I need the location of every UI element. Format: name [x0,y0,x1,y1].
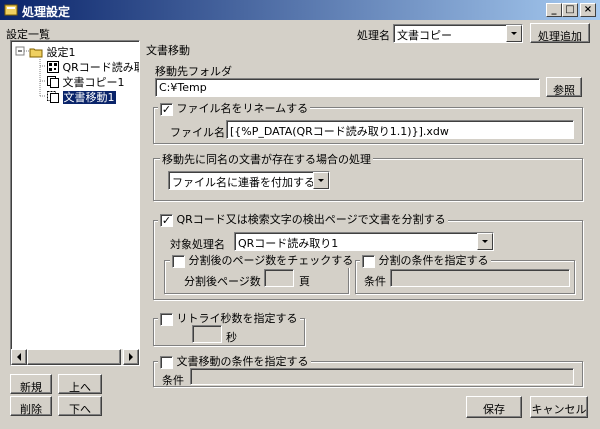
split-checkbox[interactable]: ✓ [160,213,173,227]
split-condition-input[interactable] [390,269,570,287]
split-checkbox-label: QRコード又は検索文字の検出ページで文書を分割する [176,213,446,226]
scroll-right-icon [129,353,133,361]
scroll-left-button[interactable] [11,349,27,365]
process-name-value: 文書コピー [397,29,452,42]
move-condition-input[interactable] [190,368,574,385]
tree-item-label: 文書コピー1 [62,76,125,89]
retry-checkbox-row[interactable]: リトライ秒数を指定する [158,310,300,326]
retry-seconds-value [193,326,221,328]
dest-folder-input[interactable]: C:¥Temp [155,78,540,97]
tree-hscrollbar[interactable] [11,349,139,365]
close-button[interactable]: × [580,3,596,17]
target-process-value: QRコード読み取り1 [238,237,339,250]
page-check-checkbox[interactable] [172,254,185,268]
split-checkbox-row[interactable]: ✓ QRコード又は検索文字の検出ページで文書を分割する [158,211,448,227]
add-process-button[interactable]: 処理追加 [530,23,590,43]
move-up-button[interactable]: 上へ [58,374,102,394]
move-condition-checkbox[interactable] [160,355,173,369]
page-check-label: 分割後のページ数をチェックする [188,254,354,267]
tree-item-label: 文書移動1 [62,91,116,104]
pages-value [265,270,293,272]
app-icon [4,3,18,17]
target-process-select[interactable]: QRコード読み取り1 [234,232,494,251]
dest-folder-value: C:¥Temp [159,81,207,94]
page-check-checkbox-row[interactable]: 分割後のページ数をチェックする [170,252,356,268]
tree-item-move[interactable]: 文書移動1 [47,89,116,106]
rename-checkbox[interactable]: ✓ [160,102,173,116]
split-condition-checkbox[interactable] [362,254,375,268]
new-button[interactable]: 新規 [10,374,52,394]
duplicate-value: ファイル名に連番を付加する [172,176,315,189]
file-name-label: ファイル名 [170,126,225,139]
save-button[interactable]: 保存 [466,396,522,418]
move-condition-field-label: 条件 [162,374,184,387]
split-condition-checkbox-row[interactable]: 分割の条件を指定する [360,252,491,268]
pages-unit: 頁 [299,275,310,288]
target-process-label: 対象処理名 [170,238,225,251]
cancel-button[interactable]: キャンセル [530,396,588,418]
move-condition-checkbox-label: 文書移動の条件を指定する [176,355,309,368]
retry-checkbox-label: リトライ秒数を指定する [176,312,298,325]
settings-tree[interactable]: 設定1 QRコード読み取 文書コピー1 文書移動1 [10,40,140,366]
move-condition-value [191,369,573,371]
scroll-thumb[interactable] [27,349,121,365]
retry-seconds-input[interactable] [192,325,222,343]
rename-checkbox-label: ファイル名をリネームする [176,102,309,115]
process-name-select[interactable]: 文書コピー [393,24,523,43]
chevron-down-icon[interactable] [506,25,522,42]
duplicate-group-label: 移動先に同名の文書が存在する場合の処理 [160,151,373,167]
duplicate-select[interactable]: ファイル名に連番を付加する [168,171,330,190]
minimize-button[interactable]: _ [546,3,562,17]
split-condition-label: 分割の条件を指定する [378,254,489,267]
scroll-left-icon [17,353,21,361]
section-title: 文書移動 [146,44,190,57]
move-condition-checkbox-row[interactable]: 文書移動の条件を指定する [158,353,311,369]
title-bar: 処理設定 _ □ × [0,0,600,20]
pages-input[interactable] [264,269,294,287]
rename-checkbox-row[interactable]: ✓ ファイル名をリネームする [158,100,311,116]
browse-button[interactable]: 参照 [546,77,582,97]
maximize-button[interactable]: □ [562,3,578,17]
retry-checkbox[interactable] [160,312,173,326]
process-name-label: 処理名 [357,29,390,42]
chevron-down-icon[interactable] [313,172,329,189]
dest-folder-label: 移動先フォルダ [155,65,232,78]
chevron-down-icon[interactable] [477,233,493,250]
retry-seconds-unit: 秒 [226,331,237,344]
pages-label: 分割後ページ数 [184,275,261,288]
window-title: 処理設定 [22,5,71,19]
delete-button[interactable]: 削除 [10,396,52,416]
split-condition-value [391,270,569,272]
file-name-value: [{%P_DATA(QRコード読み取り1.1)}].xdw [230,125,449,138]
file-name-input[interactable]: [{%P_DATA(QRコード読み取り1.1)}].xdw [226,120,574,139]
folder-icon [29,46,43,61]
tree-item-label: 設定1 [46,46,76,59]
tree-item-label: QRコード読み取 [62,61,140,74]
split-condition-field-label: 条件 [364,275,386,288]
scroll-right-button[interactable] [123,349,139,365]
document-move-icon [47,90,59,106]
move-down-button[interactable]: 下へ [58,396,102,416]
